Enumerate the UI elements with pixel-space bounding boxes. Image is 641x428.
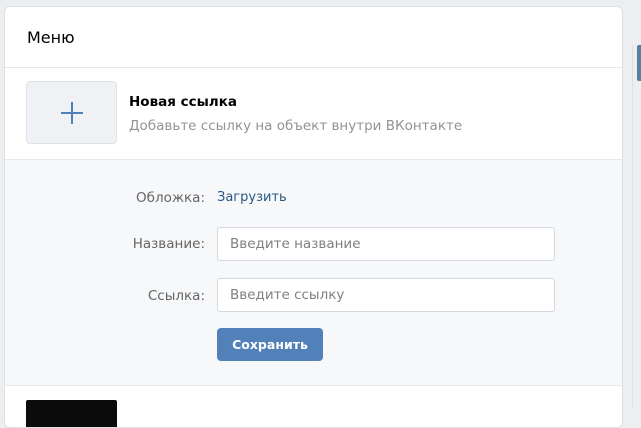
new-link-title: Новая ссылка [129,94,237,110]
save-button[interactable]: Сохранить [217,328,323,361]
link-input[interactable] [217,278,555,312]
upload-cover-link[interactable]: Загрузить [217,190,287,205]
right-panel-border [632,45,633,408]
menu-item-row [5,386,622,427]
add-link-button[interactable] [26,81,117,144]
card-header: Меню [5,7,622,68]
right-panel-tab-indicator [637,45,641,81]
plus-icon [60,101,83,124]
name-label: Название: [132,236,205,252]
cover-label: Обложка: [136,190,205,206]
name-input[interactable] [217,227,555,261]
menu-item-thumbnail[interactable] [26,400,117,427]
link-label: Ссылка: [147,288,205,304]
page-title: Меню [27,27,75,47]
menu-card: Меню Новая ссылка Добавьте ссылку на объ… [4,6,623,428]
link-form: Обложка: Загрузить Название: Ссылка: Сох… [5,160,622,386]
new-link-hint: Добавьте ссылку на объект внутри ВКонтак… [129,118,463,134]
new-link-row: Новая ссылка Добавьте ссылку на объект в… [5,68,622,160]
